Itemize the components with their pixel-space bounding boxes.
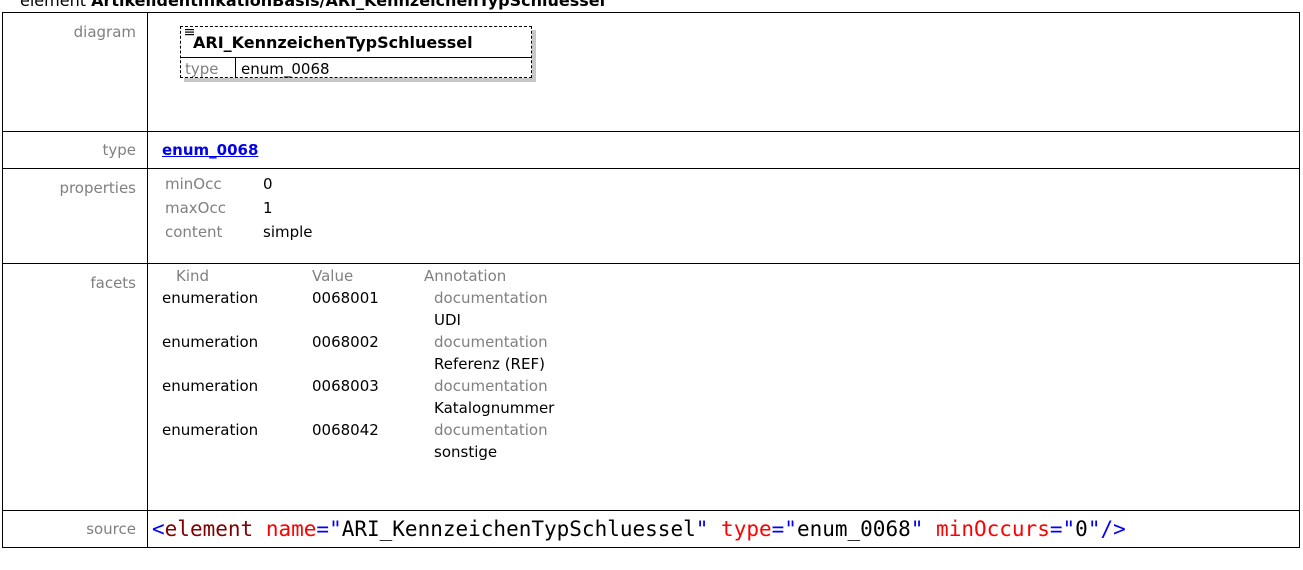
facet-annotation-text: Katalognummer — [434, 399, 555, 417]
diagram-node: ARI_KennzeichenTypSchluessel type enum_0… — [180, 26, 532, 78]
heading-prefix: element — [20, 0, 92, 10]
properties-list: minOcc 0 maxOcc 1 content simple — [148, 169, 1299, 244]
heading-element-path: ArtikelidentifikationBasis/ARI_Kennzeich… — [91, 0, 606, 10]
type-label: type — [2, 131, 148, 169]
properties-label: properties — [2, 168, 148, 264]
facet-kind: enumeration — [162, 421, 259, 439]
facet-kind: enumeration — [162, 333, 259, 351]
facets-table: Kind Value Annotation enumeration 006800… — [148, 264, 1299, 463]
diagram-type-value: enum_0068 — [241, 60, 330, 78]
source-attr-name: name — [265, 517, 317, 541]
facet-annotation-label: documentation — [434, 377, 548, 395]
source-quote: " — [784, 517, 797, 541]
diagram-label: diagram — [2, 12, 148, 132]
facet-annotation-text: sonstige — [434, 443, 498, 461]
facet-row: enumeration 0068002 documentation — [162, 331, 1299, 353]
property-row: minOcc 0 — [165, 172, 1299, 196]
source-open-bracket: < — [152, 517, 165, 541]
source-quote: " — [1062, 517, 1076, 541]
facets-row: facets Kind Value Annotation enumeration… — [2, 263, 1300, 511]
element-documentation-table: diagram ARI_KennzeichenTypSchluessel typ… — [2, 12, 1300, 548]
facet-value: 0068002 — [312, 333, 379, 351]
facet-annotation-label: documentation — [434, 289, 548, 307]
source-quote: " — [695, 517, 709, 541]
type-link[interactable]: enum_0068 — [162, 141, 258, 159]
diagram-row: diagram ARI_KennzeichenTypSchluessel typ… — [2, 12, 1300, 132]
facet-annotation-text: Referenz (REF) — [434, 355, 545, 373]
source-equals: = — [1049, 517, 1063, 541]
source-tag-name: element — [164, 517, 254, 541]
facets-header-value: Value — [312, 267, 354, 285]
facet-row: enumeration 0068003 documentation — [162, 375, 1299, 397]
diagram-element-name: ARI_KennzeichenTypSchluessel — [193, 33, 473, 52]
facet-value: 0068003 — [312, 377, 379, 395]
source-attr-value: ARI_KennzeichenTypSchluessel — [341, 517, 696, 541]
source-quote: " — [1087, 517, 1101, 541]
type-row: type enum_0068 — [2, 131, 1300, 169]
facets-header-kind: Kind — [176, 267, 210, 285]
property-value: 0 — [263, 175, 273, 193]
facet-annotation-label: documentation — [434, 333, 548, 351]
facet-annotation-text: UDI — [434, 311, 461, 329]
facet-kind: enumeration — [162, 377, 259, 395]
facet-kind: enumeration — [162, 289, 259, 307]
source-attr-name: minOccurs — [936, 517, 1050, 541]
facets-cell: Kind Value Annotation enumeration 006800… — [147, 263, 1300, 511]
source-row: source <element name="ARI_KennzeichenTyp… — [2, 510, 1300, 548]
diagram-separator — [181, 57, 531, 58]
source-attr-value: 0 — [1075, 517, 1088, 541]
facets-label: facets — [2, 263, 148, 511]
property-value: 1 — [263, 199, 273, 217]
page-heading: element ArtikelidentifikationBasis/ARI_K… — [20, 0, 605, 11]
diagram-type-label: type — [185, 60, 219, 78]
facet-row: enumeration 0068001 documentation — [162, 287, 1299, 309]
diagram-type-divider — [235, 58, 236, 77]
source-label: source — [2, 510, 148, 548]
diagram-cell: ARI_KennzeichenTypSchluessel type enum_0… — [147, 12, 1300, 132]
source-cell: <element name="ARI_KennzeichenTypSchlues… — [147, 510, 1300, 548]
element-diagram[interactable]: ARI_KennzeichenTypSchluessel type enum_0… — [180, 26, 536, 82]
source-attr-name: type — [721, 517, 772, 541]
facet-value: 0068042 — [312, 421, 379, 439]
facets-header-annotation: Annotation — [424, 267, 507, 285]
facets-header: Kind Value Annotation — [162, 265, 1299, 287]
source-quote: " — [910, 517, 924, 541]
properties-row: properties minOcc 0 maxOcc 1 content sim… — [2, 168, 1300, 264]
source-equals: = — [316, 517, 330, 541]
source-close-bracket: /> — [1100, 517, 1126, 541]
property-key: minOcc — [165, 175, 222, 193]
type-cell: enum_0068 — [147, 131, 1300, 169]
property-value: simple — [263, 223, 313, 241]
properties-cell: minOcc 0 maxOcc 1 content simple — [147, 168, 1300, 264]
property-key: content — [165, 223, 223, 241]
source-quote: " — [329, 517, 342, 541]
property-row: content simple — [165, 220, 1299, 244]
facet-row: enumeration 0068042 documentation — [162, 419, 1299, 441]
source-code: <element name="ARI_KennzeichenTypSchlues… — [148, 511, 1299, 547]
source-attr-value: enum_0068 — [796, 517, 911, 541]
source-equals: = — [771, 517, 785, 541]
property-key: maxOcc — [165, 199, 226, 217]
property-row: maxOcc 1 — [165, 196, 1299, 220]
facet-annotation-label: documentation — [434, 421, 548, 439]
facet-value: 0068001 — [312, 289, 379, 307]
